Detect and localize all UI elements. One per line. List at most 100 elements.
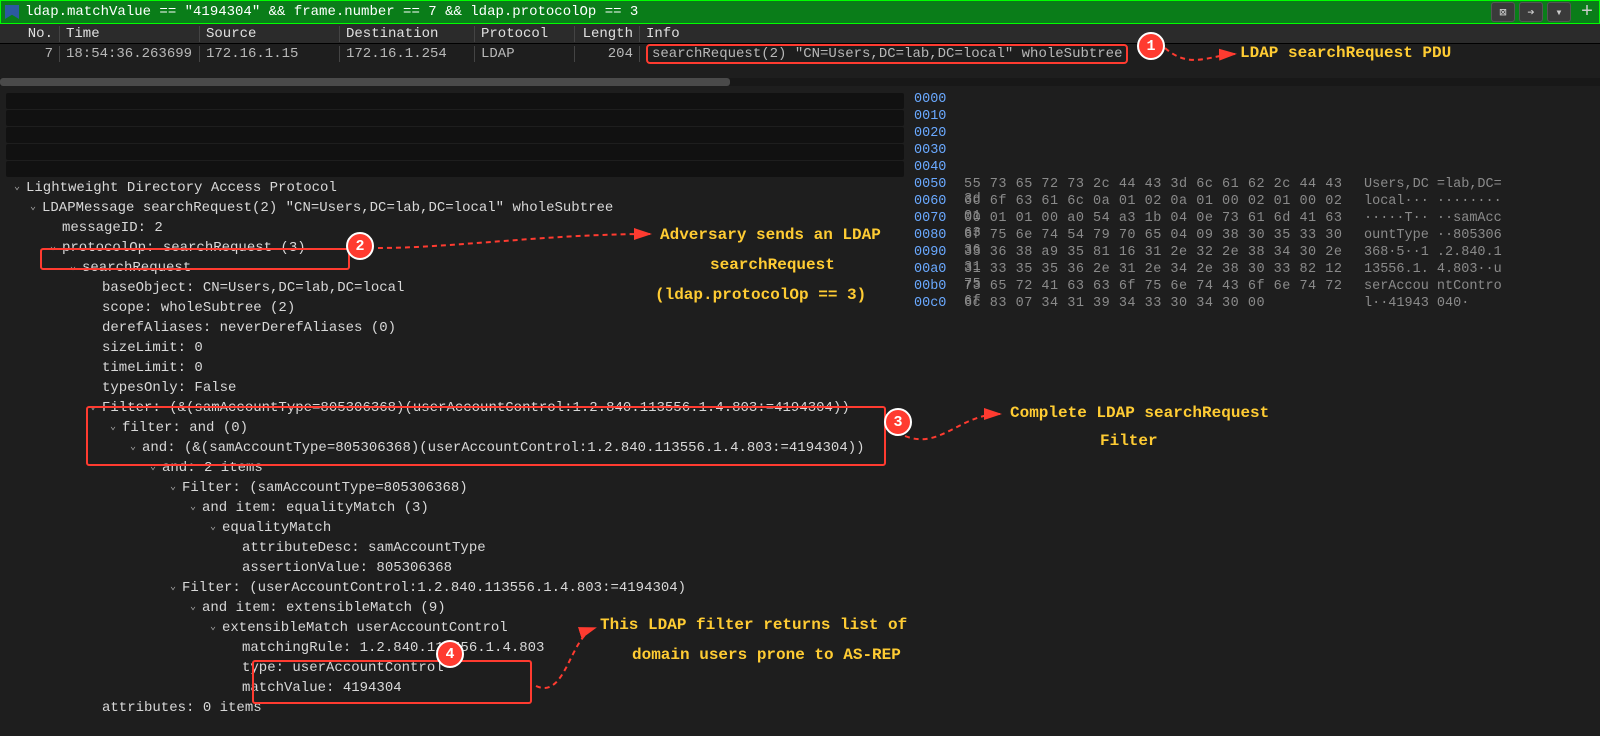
tree-row-and[interactable]: ⌄and: (&(samAccountType=805306368)(userA…	[0, 438, 910, 458]
chevron-down-icon[interactable]: ⌄	[10, 181, 24, 195]
header-protocol[interactable]: Protocol	[475, 26, 575, 42]
filter-history-button[interactable]: ▾	[1547, 2, 1571, 22]
header-time[interactable]: Time	[60, 26, 200, 42]
tree-row-matchval[interactable]: matchValue: 4194304	[0, 678, 910, 698]
hex-row[interactable]: 005055 73 65 72 73 2c 44 43 3d 6c 61 62 …	[914, 177, 1596, 194]
hex-offset: 0090	[914, 245, 964, 262]
tree-row-eqmatch[interactable]: ⌄equalityMatch	[0, 518, 910, 538]
chevron-down-icon[interactable]: ⌄	[126, 441, 140, 455]
hex-ascii: ountType ··805306	[1364, 228, 1596, 245]
collapsed-protocol-row[interactable]	[6, 127, 904, 143]
header-length[interactable]: Length	[575, 26, 640, 42]
tree-label: baseObject: CN=Users,DC=lab,DC=local	[100, 280, 404, 296]
tree-label: filter: and (0)	[120, 420, 248, 436]
hex-row[interactable]: 00806f 75 6e 74 54 79 70 65 04 09 38 30 …	[914, 228, 1596, 245]
tree-label: attributeDesc: samAccountType	[240, 540, 486, 556]
tree-row-and-items[interactable]: ⌄and: 2 items	[0, 458, 910, 478]
hex-offset: 0020	[914, 126, 964, 143]
apply-filter-button[interactable]: ➔	[1519, 2, 1543, 22]
tree-row-timelimit[interactable]: timeLimit: 0	[0, 358, 910, 378]
tree-label: Filter: (&(samAccountType=805306368)(use…	[100, 400, 850, 416]
tree-row-filter[interactable]: ⌄Filter: (&(samAccountType=805306368)(us…	[0, 398, 910, 418]
tree-row-ldapmsg[interactable]: ⌄LDAPMessage searchRequest(2) "CN=Users,…	[0, 198, 910, 218]
tree-label: scope: wholeSubtree (2)	[100, 300, 295, 316]
tree-row-filter-and[interactable]: ⌄filter: and (0)	[0, 418, 910, 438]
packet-details-pane[interactable]: ⌄Lightweight Directory Access Protocol ⌄…	[0, 86, 910, 736]
chevron-down-icon[interactable]: ⌄	[206, 521, 220, 535]
packet-list-scrollbar[interactable]	[0, 78, 1600, 86]
hex-ascii: Users,DC =lab,DC=	[1364, 177, 1596, 194]
annotation-4b: domain users prone to AS-REP	[632, 646, 901, 664]
tree-row-typesonly[interactable]: typesOnly: False	[0, 378, 910, 398]
cell-info: searchRequest(2) "CN=Users,DC=lab,DC=loc…	[640, 44, 1600, 64]
scrollbar-thumb[interactable]	[0, 78, 730, 86]
hex-row[interactable]: 0010	[914, 109, 1596, 126]
hex-row[interactable]: 007000 01 01 00 a0 54 a3 1b 04 0e 73 61 …	[914, 211, 1596, 228]
header-source[interactable]: Source	[200, 26, 340, 42]
hex-bytes: 6c 83 07 34 31 39 34 33 30 34 30 00	[964, 296, 1364, 313]
collapsed-protocol-row[interactable]	[6, 110, 904, 126]
chevron-down-icon[interactable]: ⌄	[66, 261, 80, 275]
chevron-down-icon[interactable]: ⌄	[106, 421, 120, 435]
bookmark-icon	[5, 5, 19, 19]
annotation-2c: (ldap.protocolOp == 3)	[655, 286, 866, 304]
tree-label: Lightweight Directory Access Protocol	[24, 180, 337, 196]
tree-row-attrs[interactable]: attributes: 0 items	[0, 698, 910, 718]
tree-label: and item: extensibleMatch (9)	[200, 600, 446, 616]
tree-row-deref[interactable]: derefAliases: neverDerefAliases (0)	[0, 318, 910, 338]
header-info[interactable]: Info	[640, 26, 1600, 42]
tree-label: timeLimit: 0	[100, 360, 203, 376]
chevron-down-icon[interactable]: ⌄	[166, 581, 180, 595]
hex-row[interactable]: 009033 36 38 a9 35 81 16 31 2e 32 2e 38 …	[914, 245, 1596, 262]
hex-row[interactable]: 00c06c 83 07 34 31 39 34 33 30 34 30 00l…	[914, 296, 1596, 313]
chevron-down-icon[interactable]: ⌄	[26, 201, 40, 215]
cell-time: 18:54:36.263699	[60, 46, 200, 62]
tree-label: matchValue: 4194304	[240, 680, 402, 696]
hex-ascii: l··41943 040·	[1364, 296, 1596, 313]
clear-filter-button[interactable]: ⊠	[1491, 2, 1515, 22]
chevron-down-icon[interactable]: ⌄	[166, 481, 180, 495]
hex-row[interactable]: 0030	[914, 143, 1596, 160]
collapsed-protocol-row[interactable]	[6, 93, 904, 109]
add-filter-button[interactable]: +	[1575, 2, 1599, 22]
hex-bytes	[964, 109, 1364, 126]
hex-ascii	[1364, 92, 1596, 109]
hex-offset: 0000	[914, 92, 964, 109]
chevron-down-icon[interactable]: ⌄	[146, 461, 160, 475]
header-no[interactable]: No.	[0, 26, 60, 42]
tree-row-anditem-ext[interactable]: ⌄and item: extensibleMatch (9)	[0, 598, 910, 618]
tree-row-filter-uac[interactable]: ⌄Filter: (userAccountControl:1.2.840.113…	[0, 578, 910, 598]
cell-source: 172.16.1.15	[200, 46, 340, 62]
hex-row[interactable]: 00a031 33 35 35 36 2e 31 2e 34 2e 38 30 …	[914, 262, 1596, 279]
hex-row[interactable]: 00b073 65 72 41 63 63 6f 75 6e 74 43 6f …	[914, 279, 1596, 296]
display-filter-bar[interactable]: ldap.matchValue == "4194304" && frame.nu…	[0, 0, 1600, 24]
hex-bytes	[964, 143, 1364, 160]
tree-row-assertval[interactable]: assertionValue: 805306368	[0, 558, 910, 578]
header-destination[interactable]: Destination	[340, 26, 475, 42]
chevron-down-icon[interactable]: ⌄	[86, 401, 100, 415]
chevron-down-icon[interactable]: ⌄	[46, 241, 60, 255]
hex-row[interactable]: 0040	[914, 160, 1596, 177]
hex-row[interactable]: 00606c 6f 63 61 6c 0a 01 02 0a 01 00 02 …	[914, 194, 1596, 211]
tree-row-anditem-eq[interactable]: ⌄and item: equalityMatch (3)	[0, 498, 910, 518]
annotation-2b: searchRequest	[710, 256, 835, 274]
hex-row[interactable]: 0000	[914, 92, 1596, 109]
annotation-4a: This LDAP filter returns list of	[600, 616, 907, 634]
chevron-down-icon[interactable]: ⌄	[186, 501, 200, 515]
tree-label: assertionValue: 805306368	[240, 560, 452, 576]
chevron-down-icon[interactable]: ⌄	[186, 601, 200, 615]
tree-label: searchRequest	[80, 260, 191, 276]
hex-offset: 0070	[914, 211, 964, 228]
hex-offset: 0080	[914, 228, 964, 245]
tree-row-attrdesc[interactable]: attributeDesc: samAccountType	[0, 538, 910, 558]
collapsed-protocol-row[interactable]	[6, 161, 904, 177]
hex-bytes: 73 65 72 41 63 63 6f 75 6e 74 43 6f 6e 7…	[964, 279, 1364, 296]
hex-row[interactable]: 0020	[914, 126, 1596, 143]
tree-row-filter-sam[interactable]: ⌄Filter: (samAccountType=805306368)	[0, 478, 910, 498]
display-filter-input[interactable]: ldap.matchValue == "4194304" && frame.nu…	[25, 4, 1487, 20]
chevron-down-icon[interactable]: ⌄	[206, 621, 220, 635]
tree-row-sizelimit[interactable]: sizeLimit: 0	[0, 338, 910, 358]
tree-row-ldap[interactable]: ⌄Lightweight Directory Access Protocol	[0, 178, 910, 198]
collapsed-protocol-row[interactable]	[6, 144, 904, 160]
tree-label: equalityMatch	[220, 520, 331, 536]
